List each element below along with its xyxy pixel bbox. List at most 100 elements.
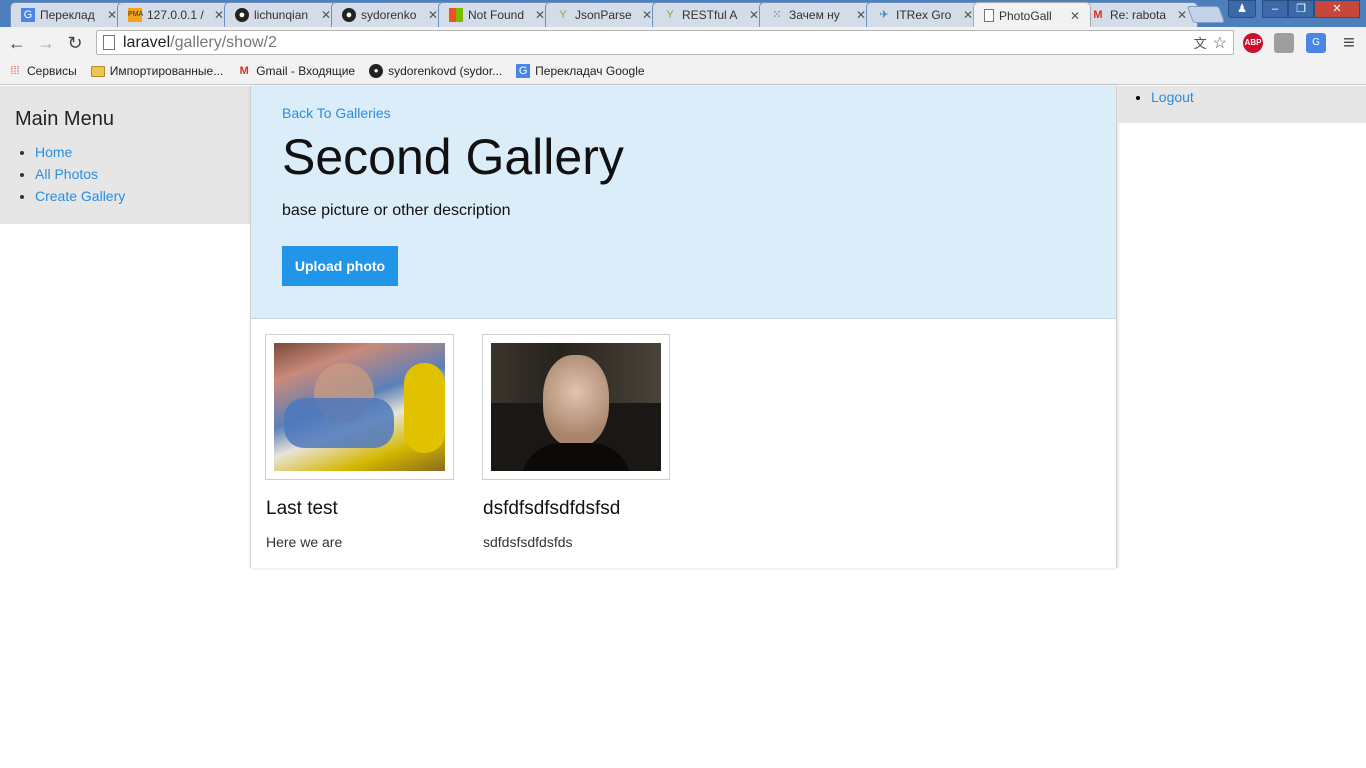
home-link[interactable]: Home [35, 144, 72, 160]
tab-title: ITRex Gro [896, 8, 952, 22]
browser-tab[interactable]: Y RESTful A ✕ [652, 2, 770, 27]
bookmark-label: Перекладач Google [535, 64, 645, 78]
translate-icon[interactable]: 文 [1194, 33, 1207, 53]
user-menu-item: Logout [1151, 88, 1352, 106]
browser-tab[interactable]: Not Found ✕ [438, 2, 556, 27]
tab-title: RESTful A [682, 8, 738, 22]
microsoft-icon [449, 8, 463, 22]
gmail-icon: M [1093, 9, 1103, 21]
sidebar-item-all-photos: All Photos [35, 163, 235, 185]
new-tab-button[interactable] [1186, 6, 1226, 23]
photo-description: Here we are [266, 534, 343, 550]
minimize-button[interactable]: – [1262, 0, 1288, 18]
photo-thumbnail[interactable] [482, 334, 670, 480]
google-translate-icon: G [21, 8, 35, 22]
photo-figure-shape [543, 355, 609, 447]
google-translate-icon[interactable]: G [1306, 33, 1326, 53]
bookmark-label: Gmail - Входящие [256, 64, 356, 78]
github-icon: ● [342, 8, 356, 22]
browser-tab[interactable]: ⁙ Зачем ну ✕ [759, 2, 877, 27]
bookmark-label: Импортированные... [109, 64, 224, 78]
page-content: Main Menu Home All Photos Create Gallery… [0, 86, 1366, 768]
yii-icon: Y [559, 9, 567, 21]
back-to-galleries-link[interactable]: Back To Galleries [282, 105, 1085, 121]
google-translate-icon: G [516, 64, 531, 78]
extension-icon[interactable] [1274, 33, 1294, 53]
tab-title: Not Found [468, 8, 525, 22]
tab-title: Переклад [40, 8, 95, 22]
back-arrow-icon[interactable]: ← [6, 32, 28, 54]
logout-link[interactable]: Logout [1151, 89, 1194, 105]
url-path: /gallery/show/2 [170, 33, 277, 51]
sidebar-title: Main Menu [15, 108, 114, 130]
user-panel: Logout [1117, 86, 1366, 123]
bookmark-label: sydorenkovd (sydor... [388, 64, 503, 78]
github-icon: ● [235, 8, 249, 22]
photo-title: dsfdfsdfsdfdsfsd [483, 498, 621, 519]
create-gallery-link[interactable]: Create Gallery [35, 188, 125, 204]
bookmark-item[interactable]: M Gmail - Входящие [237, 64, 356, 78]
folder-icon [90, 65, 105, 77]
photo-figure-shape [521, 443, 631, 471]
photo-figure-shape [404, 363, 445, 453]
tab-title: JsonParse [575, 8, 632, 22]
bookmark-item[interactable]: G Перекладач Google [516, 64, 645, 78]
browser-tab-strip: G Переклад ✕ PMA 127.0.0.1 / ✕ ● lichunq… [0, 0, 1366, 27]
tab-title: 127.0.0.1 / [147, 8, 204, 22]
apps-icon: ⁞⁞⁞ [10, 65, 20, 77]
page-icon [103, 35, 115, 50]
bookmark-item[interactable]: Импортированные... [90, 64, 224, 78]
habr-icon: ⁙ [772, 9, 782, 21]
photo-description: sdfdsfsdfdsfds [483, 534, 573, 550]
user-menu: Logout [1131, 88, 1352, 106]
browser-tab[interactable]: G Переклад ✕ [10, 2, 128, 27]
address-bar[interactable]: laravel/gallery/show/2 文 ☆ [96, 30, 1234, 55]
user-profile-icon[interactable]: ♟ [1228, 0, 1256, 18]
main-content: Back To Galleries Second Gallery base pi… [250, 86, 1117, 568]
all-photos-link[interactable]: All Photos [35, 166, 98, 182]
phpmyadmin-icon: PMA [128, 8, 143, 22]
page-icon [984, 9, 994, 22]
bookmark-star-icon[interactable]: ☆ [1213, 33, 1227, 53]
sidebar-menu: Home All Photos Create Gallery [15, 141, 235, 207]
photo-title: Last test [266, 498, 338, 519]
github-icon: ● [369, 64, 384, 78]
bookmark-item[interactable]: ⁞⁞⁞ Сервисы [8, 64, 77, 78]
bookmark-label: Сервисы [27, 64, 77, 78]
browser-tab[interactable]: ● lichunqian ✕ [224, 2, 342, 27]
tab-title: sydorenko [361, 8, 417, 22]
browser-tab[interactable]: ✈ ITRex Gro ✕ [866, 2, 984, 27]
adblock-icon[interactable]: ABP [1243, 33, 1263, 53]
photo-thumbnail[interactable] [265, 334, 454, 480]
sidebar-item-home: Home [35, 141, 235, 163]
browser-tab-active[interactable]: PhotoGall ✕ [973, 2, 1091, 27]
gallery-description: base picture or other description [282, 202, 511, 219]
photo-image [274, 343, 445, 471]
sidebar-item-create-gallery: Create Gallery [35, 185, 235, 207]
itrex-icon: ✈ [879, 9, 889, 21]
browser-toolbar: ← → ↻ laravel/gallery/show/2 文 ☆ ABP G ≡ [0, 27, 1366, 58]
close-icon[interactable]: ✕ [1068, 9, 1082, 23]
photo-card: Last test Here we are [265, 334, 454, 550]
browser-tab[interactable]: Y JsonParse ✕ [545, 2, 663, 27]
bookmark-item[interactable]: ● sydorenkovd (sydor... [369, 64, 502, 78]
upload-photo-button[interactable]: Upload photo [282, 246, 398, 286]
tab-title: Зачем ну [789, 8, 840, 22]
gallery-title: Second Gallery [282, 129, 624, 185]
yii-icon: Y [666, 9, 674, 21]
reload-icon[interactable]: ↻ [64, 32, 86, 54]
gallery-header: Back To Galleries Second Gallery base pi… [251, 86, 1116, 319]
sidebar: Main Menu Home All Photos Create Gallery [0, 86, 250, 224]
menu-icon[interactable]: ≡ [1338, 32, 1360, 54]
photo-image [491, 343, 661, 471]
close-icon[interactable]: ✕ [1175, 8, 1189, 22]
browser-tab[interactable]: ● sydorenko ✕ [331, 2, 449, 27]
url-host: laravel [123, 33, 171, 51]
gmail-icon: M [239, 65, 249, 77]
bookmarks-bar: ⁞⁞⁞ Сервисы Импортированные... M Gmail -… [0, 58, 1366, 85]
forward-arrow-icon[interactable]: → [35, 32, 57, 54]
browser-tab[interactable]: PMA 127.0.0.1 / ✕ [117, 2, 235, 27]
close-window-button[interactable]: ✕ [1314, 0, 1360, 18]
browser-tab[interactable]: M Re: rabota ✕ [1080, 2, 1198, 27]
maximize-button[interactable]: ❐ [1288, 0, 1314, 18]
